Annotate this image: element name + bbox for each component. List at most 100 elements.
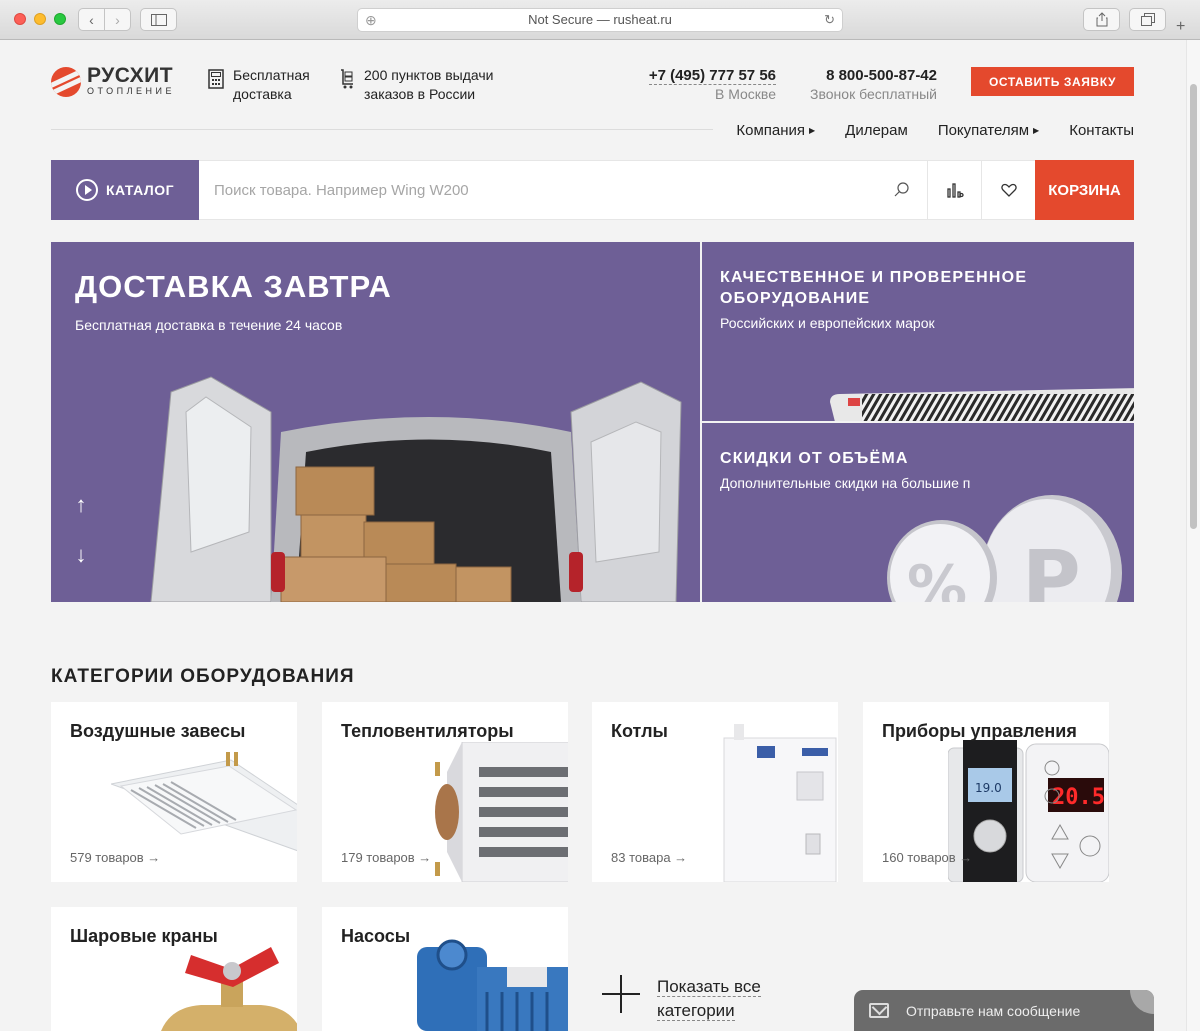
pickup-points-info: 200 пунктов выдачи заказов в России — [338, 66, 493, 104]
heart-icon — [1000, 183, 1017, 197]
banner-delivery[interactable]: ДОСТАВКА ЗАВТРА Бесплатная доставка в те… — [51, 242, 700, 602]
search-bar: КАТАЛОГ КОРЗИНА — [51, 160, 1134, 220]
category-count[interactable]: 83 товара → — [611, 850, 687, 865]
tabs-icon — [1140, 13, 1155, 26]
coins-image: Р % — [887, 495, 1122, 602]
svg-text:%: % — [907, 553, 967, 602]
calculator-icon — [208, 69, 224, 89]
minimize-window-button[interactable] — [34, 13, 46, 25]
chat-corner-fold — [1130, 990, 1154, 1014]
browser-toolbar: ‹ › ⊕ Not Secure — rusheat.ru ↻ + — [0, 0, 1200, 40]
nav-item-customers[interactable]: Покупателям ▶ — [938, 122, 1039, 139]
show-all-line-2: категории — [657, 1001, 735, 1021]
banner-quality[interactable]: КАЧЕСТВЕННОЕ И ПРОВЕРЕННОЕ ОБОРУДОВАНИЕ … — [702, 242, 1134, 421]
banner-discount-title: СКИДКИ ОТ ОБЪЁМА — [720, 450, 909, 467]
phone-moscow-number[interactable]: +7 (495) 777 57 56 — [648, 67, 776, 85]
thermostat-readout: 19.0 — [975, 781, 1002, 795]
boiler-image — [723, 724, 837, 882]
pump-image — [417, 939, 568, 1031]
phone-free-number[interactable]: 8 800-500-87-42 — [800, 66, 937, 85]
categories-title: КАТЕГОРИИ ОБОРУДОВАНИЯ — [51, 666, 355, 687]
address-bar[interactable]: ⊕ Not Secure — rusheat.ru ↻ — [357, 8, 843, 32]
category-name: Тепловентиляторы — [341, 721, 514, 741]
nav-item-company[interactable]: Компания ▶ — [736, 122, 815, 139]
phone-moscow-caption: В Москве — [714, 86, 776, 102]
chevron-right-icon: › — [115, 11, 120, 28]
scrollbar-thumb[interactable] — [1190, 84, 1197, 529]
delivery-line-1: Бесплатная — [233, 67, 310, 83]
close-window-button[interactable] — [14, 13, 26, 25]
category-name: Насосы — [341, 926, 411, 946]
banner-quality-title: КАЧЕСТВЕННОЕ И ПРОВЕРЕННОЕ ОБОРУДОВАНИЕ — [720, 269, 1028, 307]
delivery-line-2: доставка — [233, 86, 292, 102]
forward-button[interactable]: › — [104, 8, 131, 31]
category-name: Котлы — [611, 721, 668, 741]
thermostat-display: 20.5 — [1052, 785, 1105, 810]
nav-item-contacts[interactable]: Контакты — [1069, 122, 1134, 139]
page: РУСХИТ ОТОПЛЕНИЕ Бесплатная доставка 200… — [0, 40, 1186, 1031]
header-divider — [51, 129, 713, 130]
main-nav: Компания ▶ Дилерам Покупателям ▶ Контакты — [706, 122, 1134, 139]
zoom-window-button[interactable] — [54, 13, 66, 25]
envelope-icon — [869, 1003, 889, 1018]
favorites-button[interactable] — [981, 160, 1035, 220]
compare-icon — [946, 183, 964, 198]
catalog-label: КАТАЛОГ — [105, 182, 175, 198]
search-input[interactable] — [199, 160, 877, 220]
logo-mark-icon — [51, 66, 81, 97]
arrow-down-icon[interactable]: ↓ — [71, 542, 91, 568]
compare-button[interactable] — [927, 160, 981, 220]
search-submit-button[interactable] — [877, 160, 927, 220]
air-curtain-image — [111, 752, 297, 852]
category-name: Шаровые краны — [70, 926, 218, 946]
category-card-pumps[interactable]: Насосы — [322, 907, 568, 1031]
category-card-ball-valves[interactable]: Шаровые краны — [51, 907, 297, 1031]
phone-free-caption: Звонок бесплатный — [810, 86, 937, 102]
sidebar-icon — [150, 13, 167, 26]
chat-widget[interactable]: Отправьте нам сообщение — [854, 990, 1154, 1031]
banner-delivery-title: ДОСТАВКА ЗАВТРА — [75, 269, 392, 304]
site-logo[interactable]: РУСХИТ ОТОПЛЕНИЕ — [51, 65, 175, 97]
cart-button[interactable]: КОРЗИНА — [1035, 160, 1134, 220]
search-icon — [894, 182, 909, 197]
new-tab-button[interactable]: + — [1176, 18, 1185, 36]
chevron-left-icon: ‹ — [89, 11, 94, 28]
points-line-1: 200 пунктов выдачи — [364, 67, 494, 83]
reload-icon[interactable]: ↻ — [824, 9, 835, 31]
submit-request-button[interactable]: ОСТАВИТЬ ЗАЯВКУ — [971, 67, 1134, 96]
caret-right-icon: ▶ — [1033, 126, 1040, 135]
show-all-line-1: Показать все — [657, 977, 761, 997]
radiator-image — [830, 388, 1134, 421]
tab-overview-button[interactable] — [1129, 8, 1166, 31]
fan-heater-image — [435, 742, 568, 882]
phone-moscow: +7 (495) 777 57 56 В Москве — [640, 66, 776, 104]
plus-icon — [602, 975, 640, 1013]
cart-stack-icon — [341, 69, 353, 89]
arrow-up-icon[interactable]: ↑ — [71, 492, 91, 518]
category-card-controls[interactable]: Приборы управления 160 товаров → 19.0 20… — [863, 702, 1109, 882]
category-count[interactable]: 579 товаров → — [70, 850, 160, 865]
category-name: Приборы управления — [882, 721, 1077, 741]
share-button[interactable] — [1083, 8, 1120, 31]
category-count[interactable]: 160 товаров → — [882, 850, 972, 865]
category-card-air-curtains[interactable]: Воздушные завесы 579 товаров → — [51, 702, 297, 882]
ball-valve-image — [161, 947, 297, 1031]
nav-item-dealers[interactable]: Дилерам — [845, 122, 908, 139]
show-all-categories[interactable]: Показать все категории — [602, 975, 772, 1023]
category-card-boilers[interactable]: Котлы 83 товара → — [592, 702, 838, 882]
sidebar-toggle-button[interactable] — [140, 8, 177, 31]
logo-subtitle: ОТОПЛЕНИЕ — [87, 86, 175, 96]
banner-discount[interactable]: СКИДКИ ОТ ОБЪЁМА Дополнительные скидки н… — [702, 423, 1134, 602]
back-button[interactable]: ‹ — [78, 8, 105, 31]
phone-free: 8 800-500-87-42 Звонок бесплатный — [800, 66, 937, 104]
share-icon — [1096, 12, 1107, 27]
category-count[interactable]: 179 товаров → — [341, 850, 431, 865]
address-text: Not Secure — rusheat.ru — [528, 12, 672, 27]
free-delivery-info: Бесплатная доставка — [207, 66, 310, 104]
category-card-fan-heaters[interactable]: Тепловентиляторы 179 товаров → — [322, 702, 568, 882]
catalog-button[interactable]: КАТАЛОГ — [51, 160, 199, 220]
category-name: Воздушные завесы — [70, 721, 246, 741]
svg-text:Р: Р — [1022, 534, 1081, 602]
page-scrollbar[interactable] — [1186, 40, 1200, 1031]
banner-delivery-subtitle: Бесплатная доставка в течение 24 часов — [75, 317, 343, 333]
